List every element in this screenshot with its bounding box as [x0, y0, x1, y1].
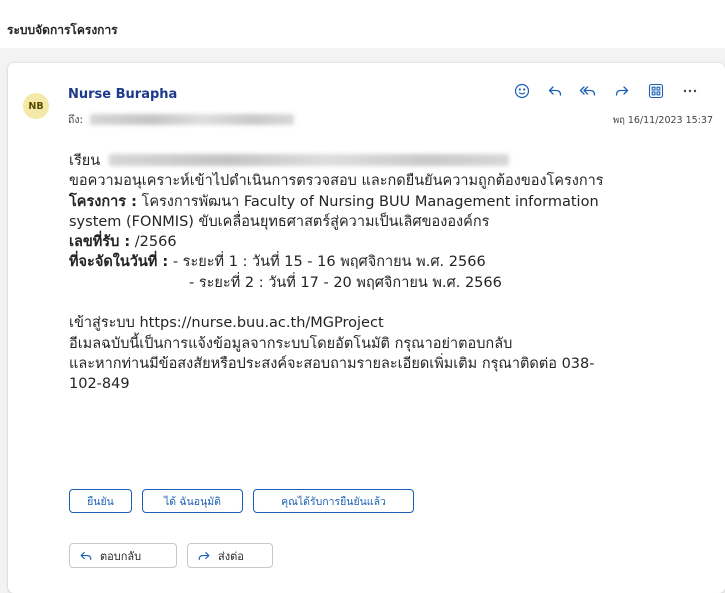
greeting-line: เรียน: [69, 151, 709, 171]
email-subject: ระบบจัดการโครงการ: [7, 23, 118, 37]
project-label: โครงการ :: [69, 193, 137, 210]
reply-icon: [80, 551, 92, 560]
greeting: เรียน: [69, 153, 101, 169]
avatar[interactable]: NB: [23, 93, 49, 119]
reply-all-icon[interactable]: [577, 80, 599, 102]
forward-button-label: ส่งต่อ: [218, 549, 244, 563]
confirm-button[interactable]: ยืนยัน: [69, 489, 132, 513]
recipient-redacted: [90, 114, 294, 125]
recipient-name-redacted: [108, 154, 509, 166]
login-line[interactable]: เข้าสู่ระบบ https://nurse.buu.ac.th/MGPr…: [69, 313, 709, 333]
phase-2: - ระยะที่ 2 : วันที่ 17 - 20 พฤศจิกายน พ…: [189, 274, 502, 291]
forward-icon[interactable]: [611, 80, 633, 102]
approve-button[interactable]: ได้ ฉันอนุมัติ: [142, 489, 243, 513]
message-card: NB Nurse Burapha ถึง: พฤ 16/11/2023 15:3…: [8, 63, 725, 593]
phase-1: - ระยะที่ 1 : วันที่ 15 - 16 พฤศจิกายน พ…: [168, 254, 486, 271]
project-name-2: system (FONMIS) ขับเคลื่อนยุทธศาสตร์สู่ค…: [69, 213, 490, 230]
forward-icon: [198, 551, 210, 560]
project-name-1: โครงการพัฒนา Faculty of Nursing BUU Mana…: [136, 193, 599, 210]
reply-button[interactable]: ตอบกลับ: [69, 543, 177, 568]
date-label: ที่จะจัดในวันที่ :: [69, 254, 169, 271]
auto-notice: อีเมลฉบับนี้เป็นการแจ้งข้อมูลจากระบบโดยอ…: [69, 335, 513, 352]
forward-button[interactable]: ส่งต่อ: [187, 543, 273, 568]
message-body: เรียน ขอความอนุเคราะห์เข้าไปดำเนินการตรว…: [69, 151, 709, 395]
more-icon[interactable]: [679, 80, 701, 102]
top-bar: ระบบจัดการโครงการ: [0, 0, 725, 48]
sender-name[interactable]: Nurse Burapha: [68, 87, 177, 102]
request-line: ขอความอนุเคราะห์เข้าไปดำเนินการตรวจสอบ แ…: [69, 173, 604, 190]
project-line: โครงการ : โครงการพัฒนา Faculty of Nursin…: [69, 192, 709, 212]
receipt-label: เลขที่รับ :: [69, 234, 131, 251]
contact-line-2: 102-849: [69, 376, 130, 393]
date-line: ที่จะจัดในวันที่ : - ระยะที่ 1 : วันที่ …: [69, 252, 709, 272]
contact-line-1: และหากท่านมีข้อสงสัยหรือประสงค์จะสอบถามร…: [69, 355, 595, 372]
confirmed-button[interactable]: คุณได้รับการยืนยันแล้ว: [253, 489, 414, 513]
to-label: ถึง:: [68, 114, 84, 126]
reply-button-label: ตอบกลับ: [100, 549, 142, 563]
receipt-value: /2566: [130, 234, 177, 251]
apps-icon[interactable]: [645, 80, 667, 102]
message-date: พฤ 16/11/2023 15:37: [612, 115, 713, 126]
emoji-icon[interactable]: [511, 80, 533, 102]
message-actions: [505, 80, 717, 104]
reply-icon[interactable]: [544, 80, 566, 102]
receipt-line: เลขที่รับ : /2566: [69, 232, 709, 252]
